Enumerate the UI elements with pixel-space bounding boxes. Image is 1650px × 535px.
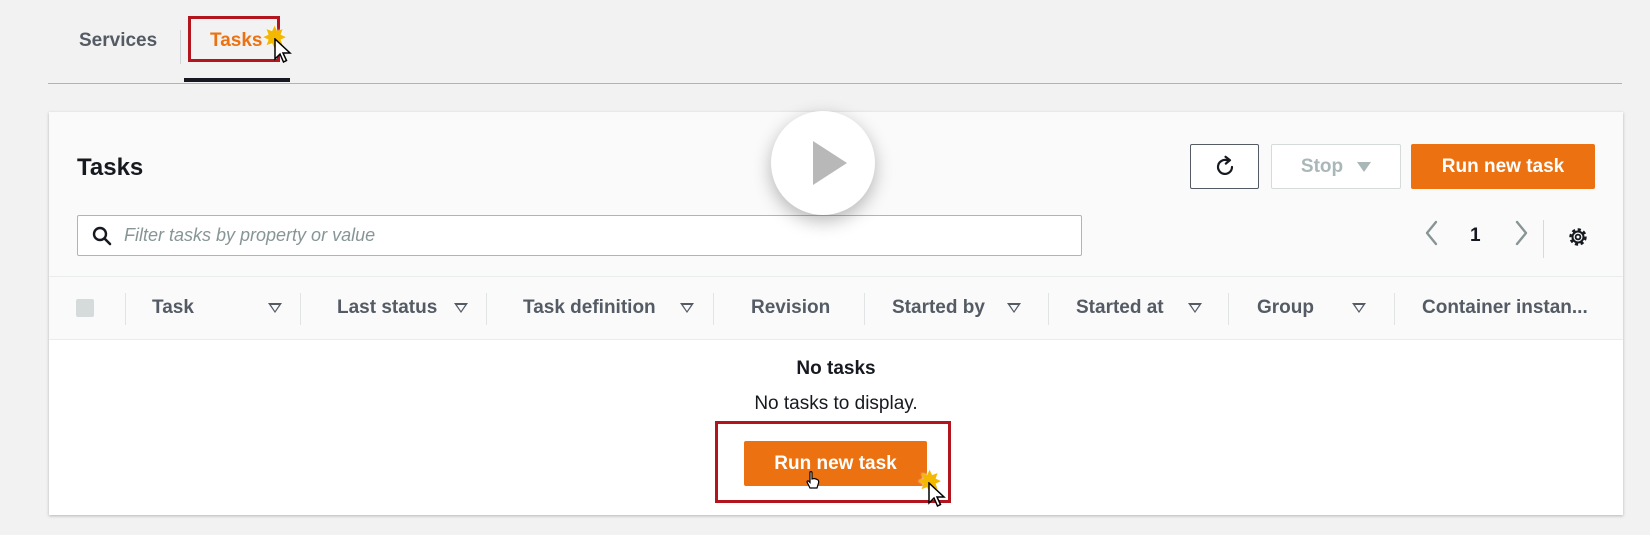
- gear-icon[interactable]: [1566, 225, 1590, 249]
- tab-services[interactable]: Services: [79, 30, 157, 52]
- empty-state-description: No tasks to display.: [754, 393, 918, 414]
- chevron-right-icon[interactable]: [1512, 219, 1530, 247]
- refresh-button[interactable]: [1190, 144, 1259, 189]
- column-header-group[interactable]: Group: [1257, 297, 1314, 319]
- sort-caret-icon[interactable]: [1352, 303, 1366, 313]
- column-header-started-by[interactable]: Started by: [892, 297, 985, 319]
- tab-divider: [180, 30, 181, 64]
- search-icon: [92, 226, 112, 246]
- column-divider: [1394, 293, 1395, 325]
- select-all-checkbox[interactable]: [76, 299, 94, 317]
- stop-button-label: Stop: [1300, 155, 1344, 177]
- sort-caret-icon[interactable]: [1188, 303, 1202, 313]
- panel-title: Tasks: [77, 154, 144, 181]
- pager-divider: [1543, 220, 1544, 258]
- column-divider: [1048, 293, 1049, 325]
- search-input[interactable]: [122, 224, 1066, 247]
- column-divider: [300, 293, 301, 325]
- stop-button[interactable]: Stop: [1271, 144, 1401, 189]
- column-header-container-instance[interactable]: Container instan...: [1422, 297, 1588, 319]
- play-button[interactable]: [771, 111, 875, 215]
- chevron-left-icon[interactable]: [1423, 219, 1441, 247]
- caret-down-icon: [1357, 161, 1372, 172]
- empty-button-highlight-box: [715, 421, 951, 503]
- sort-caret-icon[interactable]: [268, 303, 282, 313]
- column-divider: [125, 293, 126, 325]
- column-header-last-status[interactable]: Last status: [337, 297, 437, 319]
- refresh-icon: [1216, 155, 1233, 175]
- active-tab-indicator: [184, 78, 290, 82]
- sort-caret-icon[interactable]: [680, 303, 694, 313]
- cursor-icon: [274, 38, 292, 64]
- play-icon: [813, 141, 847, 185]
- column-divider: [864, 293, 865, 325]
- table-header: Task Last status Task definition Revisio…: [49, 276, 1623, 340]
- cursor-icon: [928, 482, 946, 508]
- column-divider: [713, 293, 714, 325]
- page-number[interactable]: 1: [1470, 225, 1481, 247]
- sort-caret-icon[interactable]: [1007, 303, 1021, 313]
- column-header-revision[interactable]: Revision: [751, 297, 830, 319]
- column-header-task-definition[interactable]: Task definition: [523, 297, 656, 319]
- column-header-task[interactable]: Task: [152, 297, 194, 319]
- column-header-started-at[interactable]: Started at: [1076, 297, 1164, 319]
- empty-state-title: No tasks: [796, 358, 876, 379]
- column-divider: [1228, 293, 1229, 325]
- search-box[interactable]: [77, 215, 1082, 256]
- sort-caret-icon[interactable]: [454, 303, 468, 313]
- run-new-task-button[interactable]: Run new task: [1411, 144, 1595, 189]
- hand-cursor-icon: [806, 471, 820, 489]
- column-divider: [486, 293, 487, 325]
